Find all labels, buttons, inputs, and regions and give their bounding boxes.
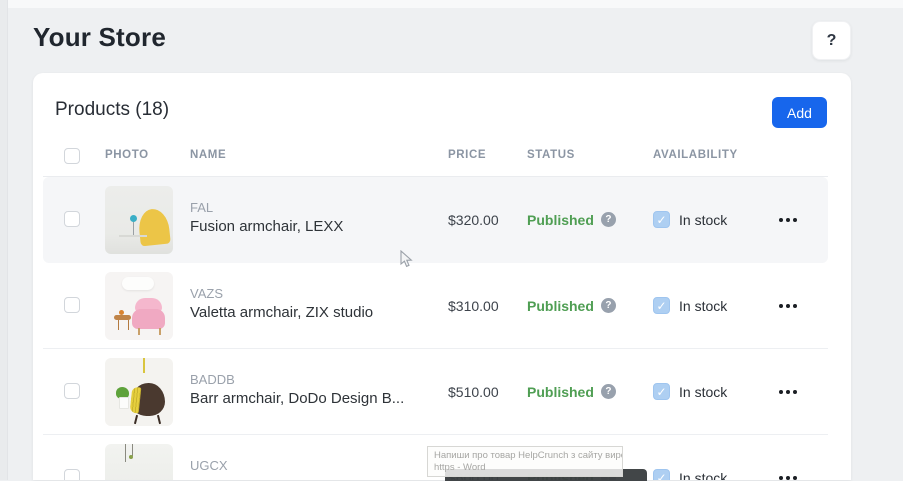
product-status-cell: Published ?: [527, 349, 616, 434]
column-header-price: PRICE: [448, 149, 486, 161]
product-name-cell: FAL Fusion armchair, LEXX: [190, 200, 343, 235]
availability-cell: ✓ In stock: [653, 177, 727, 262]
armchair-illustration: [137, 208, 171, 247]
availability-label: In stock: [679, 470, 727, 481]
product-sku: FAL: [190, 200, 343, 215]
product-price: $320.00: [448, 177, 499, 262]
status-badge: Published: [527, 212, 594, 228]
product-name: Barr armchair, DoDo Design B...: [190, 390, 404, 407]
availability-label: In stock: [679, 298, 727, 314]
product-name: Valetta armchair, ZIX studio: [190, 304, 373, 321]
availability-cell: ✓ In stock: [653, 349, 727, 434]
product-photo: [105, 444, 173, 480]
select-all-checkbox[interactable]: [64, 148, 80, 164]
product-name-cell: VAZS Valetta armchair, ZIX studio: [190, 286, 373, 321]
top-strip: [0, 0, 903, 8]
window-edge: [0, 0, 8, 480]
product-name: Fusion armchair, LEXX: [190, 218, 343, 235]
product-photo: [105, 272, 173, 340]
product-price: $310.00: [448, 263, 499, 348]
more-options-icon[interactable]: [779, 349, 797, 434]
row-select-checkbox[interactable]: [64, 297, 80, 313]
more-options-icon[interactable]: [779, 263, 797, 348]
column-header-photo: PHOTO: [105, 149, 149, 161]
products-table: PHOTO NAME PRICE STATUS AVAILABILITY FAL…: [43, 140, 828, 480]
status-badge: Published: [527, 298, 594, 314]
column-header-availability: AVAILABILITY: [653, 149, 738, 161]
product-sku: VAZS: [190, 286, 373, 301]
page-title: Your Store: [33, 22, 166, 53]
product-status-cell: Published ?: [527, 177, 616, 262]
product-price: $510.00: [448, 349, 499, 434]
row-select-checkbox[interactable]: [64, 469, 80, 480]
product-name-cell: UGCX: [190, 458, 228, 476]
status-help-icon[interactable]: ?: [601, 384, 616, 399]
product-photo: [105, 186, 173, 254]
in-stock-checkbox[interactable]: ✓: [653, 211, 670, 228]
availability-label: In stock: [679, 212, 727, 228]
panel-title: Products (18): [55, 99, 169, 121]
product-sku: UGCX: [190, 458, 228, 473]
table-header-row: PHOTO NAME PRICE STATUS AVAILABILITY: [43, 140, 828, 177]
more-options-icon[interactable]: [779, 177, 797, 262]
product-name-cell: BADDB Barr armchair, DoDo Design B...: [190, 372, 404, 407]
word-window-tooltip: Напиши про товар HelpCrunch з сайту виро…: [427, 446, 623, 477]
table-row[interactable]: BADDB Barr armchair, DoDo Design B... $5…: [43, 349, 828, 435]
in-stock-checkbox[interactable]: ✓: [653, 383, 670, 400]
product-status-cell: Published ?: [527, 263, 616, 348]
add-product-button[interactable]: Add: [772, 97, 827, 128]
availability-cell: ✓ In stock: [653, 435, 727, 480]
tooltip-line: https - Word: [434, 462, 616, 474]
tooltip-line: Напиши про товар HelpCrunch з сайту виро…: [434, 450, 616, 462]
mouse-cursor: [400, 250, 413, 274]
armchair-illustration: [132, 309, 165, 329]
products-panel: Products (18) Add PHOTO NAME PRICE STATU…: [33, 73, 851, 480]
in-stock-checkbox[interactable]: ✓: [653, 469, 670, 480]
row-select-checkbox[interactable]: [64, 383, 80, 399]
product-photo: [105, 358, 173, 426]
status-help-icon[interactable]: ?: [601, 298, 616, 313]
table-row[interactable]: VAZS Valetta armchair, ZIX studio $310.0…: [43, 263, 828, 349]
availability-cell: ✓ In stock: [653, 263, 727, 348]
more-options-icon[interactable]: [779, 435, 797, 480]
status-help-icon[interactable]: ?: [601, 212, 616, 227]
column-header-status: STATUS: [527, 149, 575, 161]
help-button[interactable]: ?: [812, 21, 851, 60]
availability-label: In stock: [679, 384, 727, 400]
in-stock-checkbox[interactable]: ✓: [653, 297, 670, 314]
row-select-checkbox[interactable]: [64, 211, 80, 227]
column-header-name: NAME: [190, 149, 226, 161]
table-row[interactable]: FAL Fusion armchair, LEXX $320.00 Publis…: [43, 177, 828, 263]
product-sku: BADDB: [190, 372, 404, 387]
status-badge: Published: [527, 384, 594, 400]
